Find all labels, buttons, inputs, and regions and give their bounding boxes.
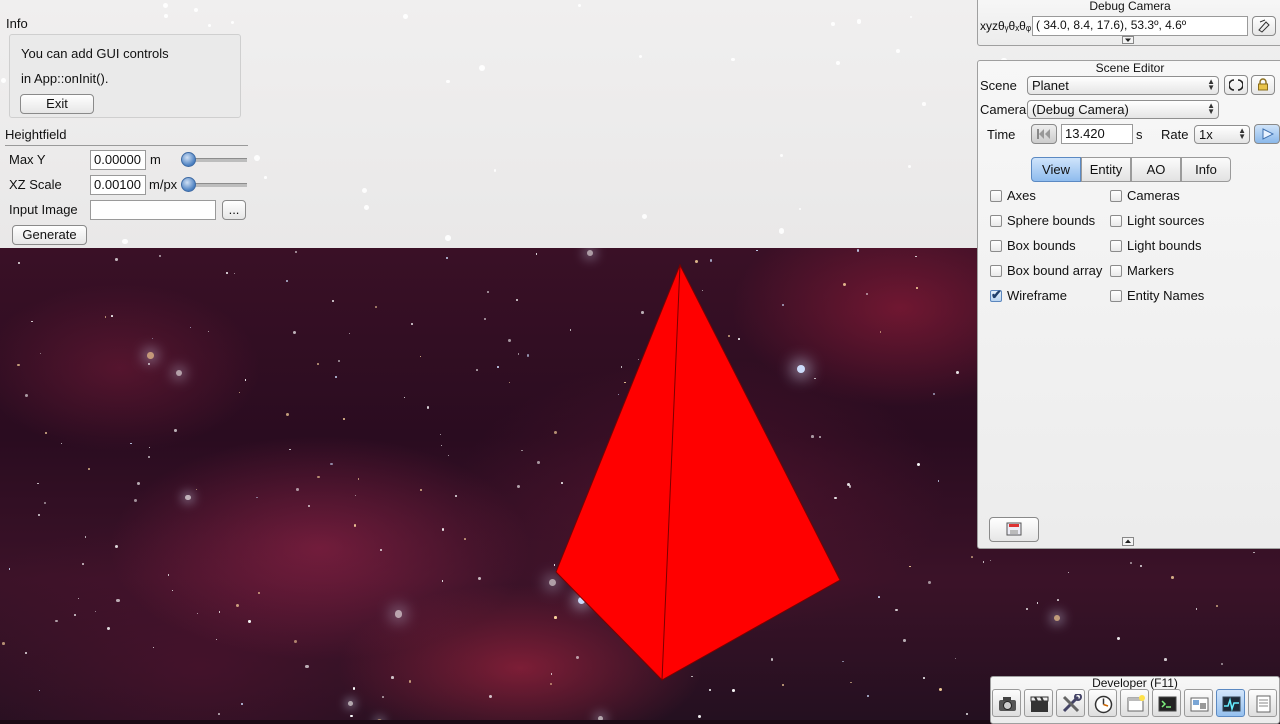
- film-clapper-icon: [1030, 696, 1049, 712]
- sphere-bounds-label: Sphere bounds: [1007, 213, 1096, 228]
- time-field[interactable]: 13.420: [1061, 124, 1133, 144]
- info-text-line1: You can add GUI controls: [21, 46, 169, 61]
- pyramid-right-face: [662, 265, 840, 680]
- collapse-down-icon[interactable]: [1122, 36, 1134, 44]
- browse-button[interactable]: ...: [222, 200, 246, 220]
- wireframe-label: Wireframe: [1007, 288, 1067, 303]
- light-bounds-label: Light bounds: [1127, 238, 1202, 253]
- reload-icon: [1229, 79, 1243, 91]
- scene-select-value: Planet: [1032, 78, 1069, 93]
- time-unit: s: [1136, 127, 1143, 142]
- input-image-field[interactable]: [90, 200, 216, 220]
- rate-select[interactable]: 1x ▲ ▼: [1194, 125, 1250, 144]
- scene-layout-icon: [1190, 697, 1209, 712]
- developer-tools-button[interactable]: [1056, 689, 1085, 717]
- save-icon: [1006, 522, 1022, 536]
- heightfield-divider: [5, 145, 248, 146]
- box-bound-array-label: Box bound array: [1007, 263, 1103, 278]
- copy-icon: [1258, 19, 1270, 33]
- profiler-button[interactable]: [1216, 689, 1245, 717]
- rewind-icon: [1037, 129, 1050, 139]
- play-button[interactable]: [1254, 124, 1280, 144]
- info-title: Info: [6, 16, 28, 31]
- copy-camera-button[interactable]: [1252, 16, 1276, 36]
- reload-scene-button[interactable]: [1224, 75, 1248, 95]
- max-y-slider-knob[interactable]: [181, 152, 196, 167]
- xz-scale-label: XZ Scale: [9, 177, 62, 192]
- box-bounds-label: Box bounds: [1007, 238, 1076, 253]
- axes-label: Axes: [1007, 188, 1036, 203]
- camera-icon: [999, 697, 1016, 711]
- cameras-checkbox[interactable]: [1110, 190, 1122, 202]
- timing-button[interactable]: [1088, 689, 1117, 717]
- entity-names-checkbox[interactable]: [1110, 290, 1122, 302]
- camera-coords-label: xyzθᵧθₓθᵩ: [980, 19, 1032, 33]
- screenshot-button[interactable]: [992, 689, 1021, 717]
- light-sources-label: Light sources: [1127, 213, 1205, 228]
- console-icon: [1158, 696, 1177, 712]
- camera-select-value: (Debug Camera): [1032, 102, 1129, 117]
- new-window-icon: [1127, 695, 1145, 712]
- light-sources-checkbox[interactable]: [1110, 215, 1122, 227]
- pyramid-left-face: [556, 265, 680, 680]
- console-button[interactable]: [1152, 689, 1181, 717]
- documentation-button[interactable]: [1248, 689, 1277, 717]
- developer-title: Developer (F11): [1092, 676, 1178, 690]
- collapse-up-icon[interactable]: [1122, 537, 1134, 546]
- scene-select[interactable]: Planet ▲ ▼: [1027, 76, 1219, 95]
- checkmark-icon: ✔: [991, 287, 1002, 302]
- xz-scale-field[interactable]: 0.00100: [90, 175, 146, 195]
- time-reset-button[interactable]: [1031, 124, 1057, 144]
- markers-label: Markers: [1127, 263, 1174, 278]
- stopwatch-icon: [1094, 695, 1113, 714]
- rate-label: Rate: [1161, 127, 1189, 142]
- tools-icon: [1062, 694, 1082, 713]
- video-record-button[interactable]: [1024, 689, 1053, 717]
- scene-label: Scene: [980, 78, 1017, 93]
- cameras-label: Cameras: [1127, 188, 1180, 203]
- heightfield-title: Heightfield: [5, 127, 67, 142]
- info-text-line2: in App::onInit().: [21, 71, 109, 86]
- scene-editor-toggle-button[interactable]: [1184, 689, 1213, 717]
- input-image-label: Input Image: [9, 202, 78, 217]
- markers-checkbox[interactable]: [1110, 265, 1122, 277]
- lock-icon: [1258, 78, 1268, 91]
- camera-select[interactable]: (Debug Camera) ▲ ▼: [1027, 100, 1219, 119]
- sphere-bounds-checkbox[interactable]: [990, 215, 1002, 227]
- new-window-button[interactable]: [1120, 689, 1149, 717]
- tab-info[interactable]: Info: [1181, 157, 1231, 182]
- scene-editor-title: Scene Editor: [1095, 61, 1165, 75]
- wireframe-checkbox[interactable]: ✔: [990, 287, 1002, 302]
- light-bounds-checkbox[interactable]: [1110, 240, 1122, 252]
- camera-coords-field[interactable]: ( 34.0, 8.4, 17.6), 53.3º, 4.6º: [1032, 16, 1248, 36]
- play-icon: [1262, 128, 1274, 140]
- box-bounds-checkbox[interactable]: [990, 240, 1002, 252]
- max-y-field[interactable]: 0.00000: [90, 150, 146, 170]
- select-arrows-icon: ▲ ▼: [1238, 126, 1246, 141]
- xz-scale-unit: m/px: [149, 177, 178, 192]
- entity-names-label: Entity Names: [1127, 288, 1205, 303]
- tab-entity[interactable]: Entity: [1081, 157, 1131, 182]
- lock-scene-button[interactable]: [1251, 75, 1275, 95]
- select-arrows-icon: ▲ ▼: [1207, 101, 1215, 116]
- box-bound-array-checkbox[interactable]: [990, 265, 1002, 277]
- time-label: Time: [987, 127, 1016, 142]
- tab-ao[interactable]: AO: [1131, 157, 1181, 182]
- generate-button[interactable]: Generate: [12, 225, 87, 245]
- camera-label: Camera: [980, 102, 1027, 117]
- profiler-icon: [1222, 696, 1241, 712]
- max-y-label: Max Y: [9, 152, 46, 167]
- save-scene-button[interactable]: [989, 517, 1039, 542]
- tab-view[interactable]: View: [1031, 157, 1081, 182]
- axes-checkbox[interactable]: [990, 190, 1002, 202]
- document-icon: [1256, 695, 1271, 713]
- exit-button[interactable]: Exit: [20, 94, 94, 114]
- xz-scale-slider-knob[interactable]: [181, 177, 196, 192]
- debug-camera-title: Debug Camera: [1089, 0, 1171, 13]
- select-arrows-icon: ▲ ▼: [1207, 77, 1215, 92]
- max-y-unit: m: [150, 152, 161, 167]
- rate-select-value: 1x: [1199, 127, 1213, 142]
